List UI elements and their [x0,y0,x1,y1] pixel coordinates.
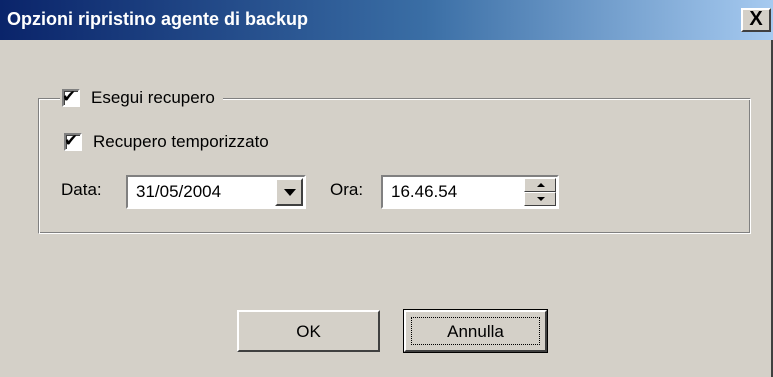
spin-up-button[interactable] [524,178,556,192]
close-icon: X [749,8,763,30]
restore-options-dialog: Opzioni ripristino agente di backup X ✔ … [0,0,773,377]
timed-recovery-checkbox-row[interactable]: ✔ Recupero temporizzato [64,131,269,152]
check-icon: ✔ [64,131,79,150]
check-icon: ✔ [62,87,77,106]
date-label: Data: [61,180,102,199]
ok-button[interactable]: OK [237,310,380,352]
time-value[interactable]: 16.46.54 [391,182,457,202]
date-picker[interactable]: 31/05/2004 [126,175,306,209]
timed-recovery-checkbox[interactable]: ✔ [64,131,82,151]
close-button[interactable]: X [741,8,771,32]
timed-recovery-label: Recupero temporizzato [93,132,269,151]
date-dropdown-button[interactable] [275,178,303,206]
window-title: Opzioni ripristino agente di backup [7,9,309,29]
chevron-down-icon [284,189,296,196]
time-spinner[interactable] [524,178,556,206]
perform-recovery-checkbox[interactable]: ✔ [62,87,80,107]
cancel-button-label: Annulla [447,322,504,341]
time-label: Ora: [330,180,364,199]
spin-up-icon [537,183,545,187]
time-field[interactable]: 16.46.54 [381,175,559,209]
spin-down-icon [537,197,545,201]
perform-recovery-checkbox-row[interactable]: ✔ Esegui recupero [60,86,223,110]
perform-recovery-label: Esegui recupero [91,88,215,107]
title-bar[interactable]: Opzioni ripristino agente di backup X [0,0,773,40]
cancel-button[interactable]: Annulla [403,309,548,353]
recovery-groupbox [38,98,751,234]
date-value[interactable]: 31/05/2004 [136,182,221,202]
spin-down-button[interactable] [524,192,556,206]
ok-button-label: OK [296,322,321,341]
